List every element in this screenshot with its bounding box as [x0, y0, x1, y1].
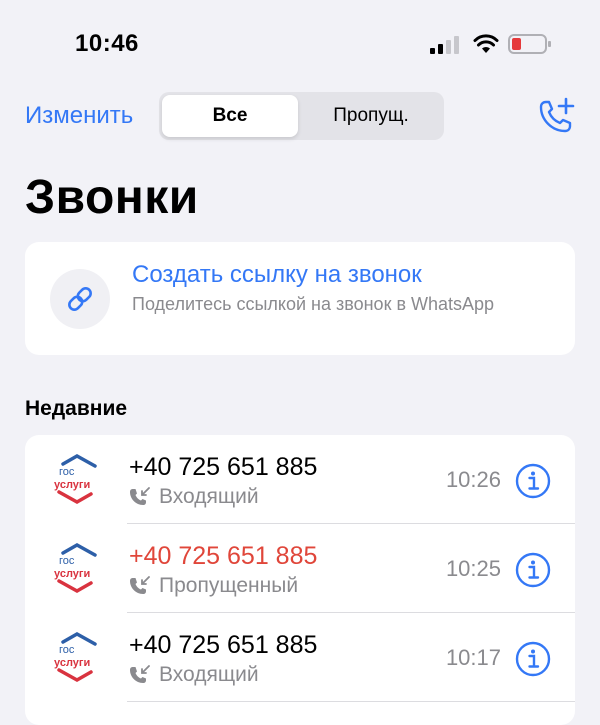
call-type-label: Пропущенный — [159, 574, 299, 597]
create-call-link-title: Создать ссылку на звонок — [132, 261, 422, 288]
segment-missed[interactable]: Пропущ. — [301, 95, 441, 137]
gosuslugi-logo: гос услуги — [54, 542, 99, 594]
phone-plus-icon[interactable] — [536, 96, 578, 136]
recent-calls-list: гос услуги +40 725 651 885 Входящий 10:2… — [25, 435, 575, 725]
call-number: +40 725 651 885 — [129, 542, 318, 570]
call-type-label: Входящий — [159, 663, 259, 686]
avatar-text-top: гос — [59, 555, 75, 567]
info-icon[interactable] — [515, 641, 551, 677]
call-type: Входящий — [129, 663, 259, 687]
avatar-text-bottom: услуги — [54, 657, 90, 669]
incoming-call-icon — [130, 665, 150, 683]
nav-bar: Изменить Все Пропущ. — [0, 90, 600, 146]
recent-section-header: Недавние — [25, 397, 128, 420]
info-icon[interactable] — [515, 552, 551, 588]
call-number: +40 725 651 885 — [129, 453, 318, 481]
link-icon-container — [50, 269, 110, 329]
segment-all[interactable]: Все — [162, 95, 298, 137]
call-row[interactable]: гос услуги +40 725 651 885 Пропущенный 1… — [25, 524, 575, 613]
call-time: 10:17 — [445, 645, 501, 670]
call-row[interactable]: гос услуги +40 725 651 885 Входящий 10:2… — [25, 435, 575, 524]
cellular-signal-icon — [430, 36, 459, 54]
call-type: Пропущенный — [129, 574, 298, 598]
filter-segmented-control: Все Пропущ. — [159, 92, 444, 140]
create-call-link-card[interactable]: Создать ссылку на звонок Поделитесь ссыл… — [25, 242, 575, 355]
incoming-call-icon — [130, 576, 150, 594]
status-bar: 10:46 — [0, 0, 600, 80]
gosuslugi-logo: гос услуги — [54, 453, 99, 505]
call-time: 10:26 — [445, 467, 501, 492]
avatar-text-bottom: услуги — [54, 568, 90, 580]
wifi-icon — [473, 34, 499, 53]
page-title: Звонки — [25, 171, 199, 224]
row-divider — [127, 701, 575, 702]
call-type-label: Входящий — [159, 485, 259, 508]
gosuslugi-logo: гос услуги — [54, 631, 99, 683]
call-number: +40 725 651 885 — [129, 631, 318, 659]
avatar-text-top: гос — [59, 466, 75, 478]
call-type: Входящий — [129, 485, 259, 509]
call-row[interactable]: гос услуги +40 725 651 885 Входящий 10:1… — [25, 613, 575, 702]
battery-low-icon — [508, 34, 551, 54]
info-icon[interactable] — [515, 463, 551, 499]
avatar-text-bottom: услуги — [54, 479, 90, 491]
create-call-link-description: Поделитесь ссылкой на звонок в WhatsApp — [132, 294, 495, 314]
call-time: 10:25 — [445, 556, 501, 581]
edit-button[interactable]: Изменить — [25, 102, 133, 130]
link-icon — [68, 287, 92, 311]
status-time: 10:46 — [75, 30, 139, 57]
incoming-call-icon — [130, 487, 150, 505]
avatar-text-top: гос — [59, 644, 75, 656]
